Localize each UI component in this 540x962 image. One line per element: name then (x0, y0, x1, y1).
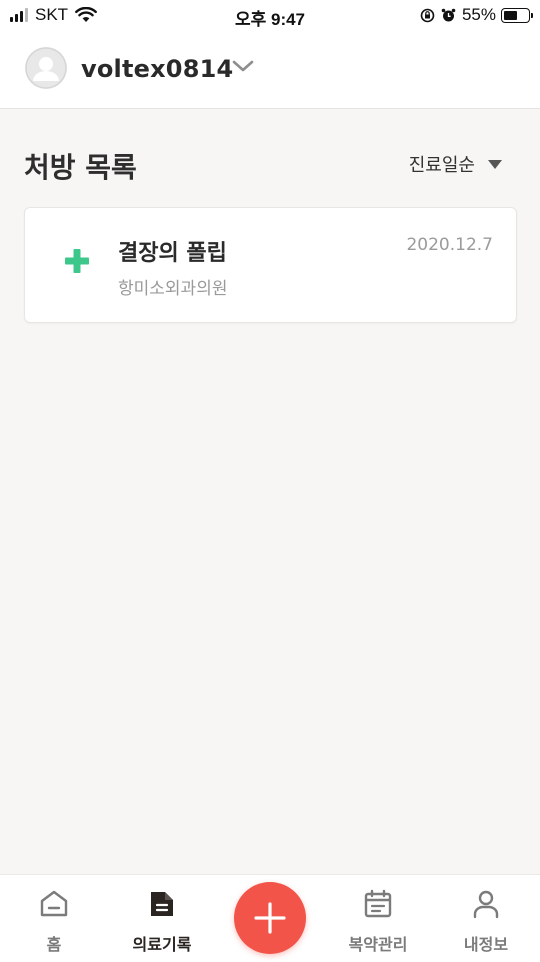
status-bar: SKT 오후 9:47 55% (0, 0, 540, 30)
avatar[interactable] (25, 47, 67, 89)
default-avatar-icon (25, 47, 67, 89)
caret-down-icon (488, 159, 502, 169)
tab-medication[interactable]: 복약관리 (324, 875, 432, 962)
person-icon (473, 890, 499, 919)
orientation-lock-icon (420, 8, 435, 22)
prescription-card[interactable]: 결장의 폴립 항미소외과의원 2020.12.7 (24, 207, 517, 323)
diagnosis-name: 결장의 폴립 (118, 241, 227, 266)
status-right: 55% (420, 5, 533, 25)
page-title: 처방 목록 (24, 151, 137, 184)
username-label[interactable]: voltex0814 (81, 55, 233, 83)
alarm-icon (441, 8, 456, 21)
plus-icon (254, 902, 286, 934)
hospital-name: 항미소외과의원 (118, 279, 228, 299)
home-icon (40, 890, 68, 917)
add-record-button[interactable] (234, 882, 306, 954)
tab-my-info[interactable]: 내정보 (432, 875, 540, 962)
calendar-icon (364, 889, 392, 918)
tab-home-label: 홈 (46, 935, 62, 954)
battery-icon (501, 7, 533, 23)
sort-label: 진료일순 (408, 155, 475, 176)
sort-dropdown[interactable]: 진료일순 (409, 151, 502, 177)
tab-home[interactable]: 홈 (0, 875, 108, 962)
tab-medical-records[interactable]: 의료기록 (108, 875, 216, 962)
green-cross-icon (65, 249, 89, 273)
visit-date: 2020.12.7 (406, 235, 493, 255)
medical-record-icon (151, 892, 173, 916)
chevron-down-icon[interactable] (232, 59, 254, 73)
tab-medical-records-label: 의료기록 (132, 935, 192, 954)
battery-percent: 55% (461, 5, 496, 24)
account-header[interactable]: voltex0814 (0, 30, 540, 109)
tab-my-info-label: 내정보 (463, 935, 509, 954)
tab-medication-label: 복약관리 (348, 935, 408, 954)
